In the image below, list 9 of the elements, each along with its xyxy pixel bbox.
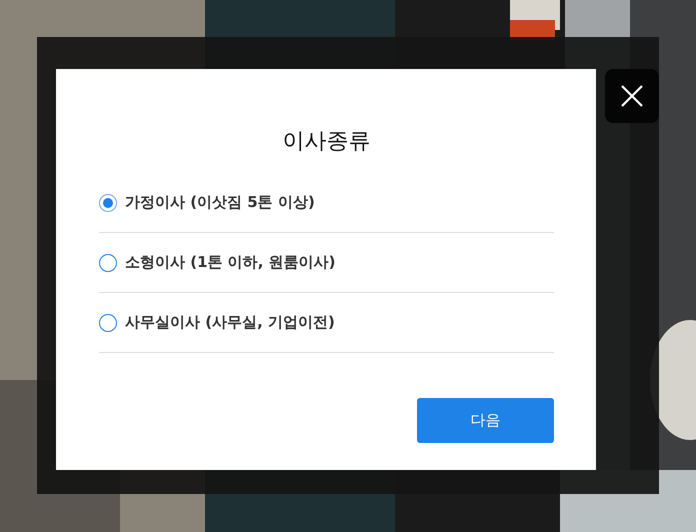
option-label: 가정이사 (이삿짐 5톤 이상) — [125, 193, 315, 212]
radio-button[interactable] — [99, 194, 117, 212]
radio-button[interactable] — [99, 314, 117, 332]
option-label: 사무실이사 (사무실, 기업이전) — [125, 313, 335, 332]
next-button[interactable]: 다음 — [417, 398, 554, 443]
option-label: 소형이사 (1톤 이하, 원룸이사) — [125, 253, 336, 272]
dialog-title: 이사종류 — [282, 128, 372, 156]
radio-button[interactable] — [99, 254, 117, 272]
close-icon[interactable] — [605, 69, 659, 123]
